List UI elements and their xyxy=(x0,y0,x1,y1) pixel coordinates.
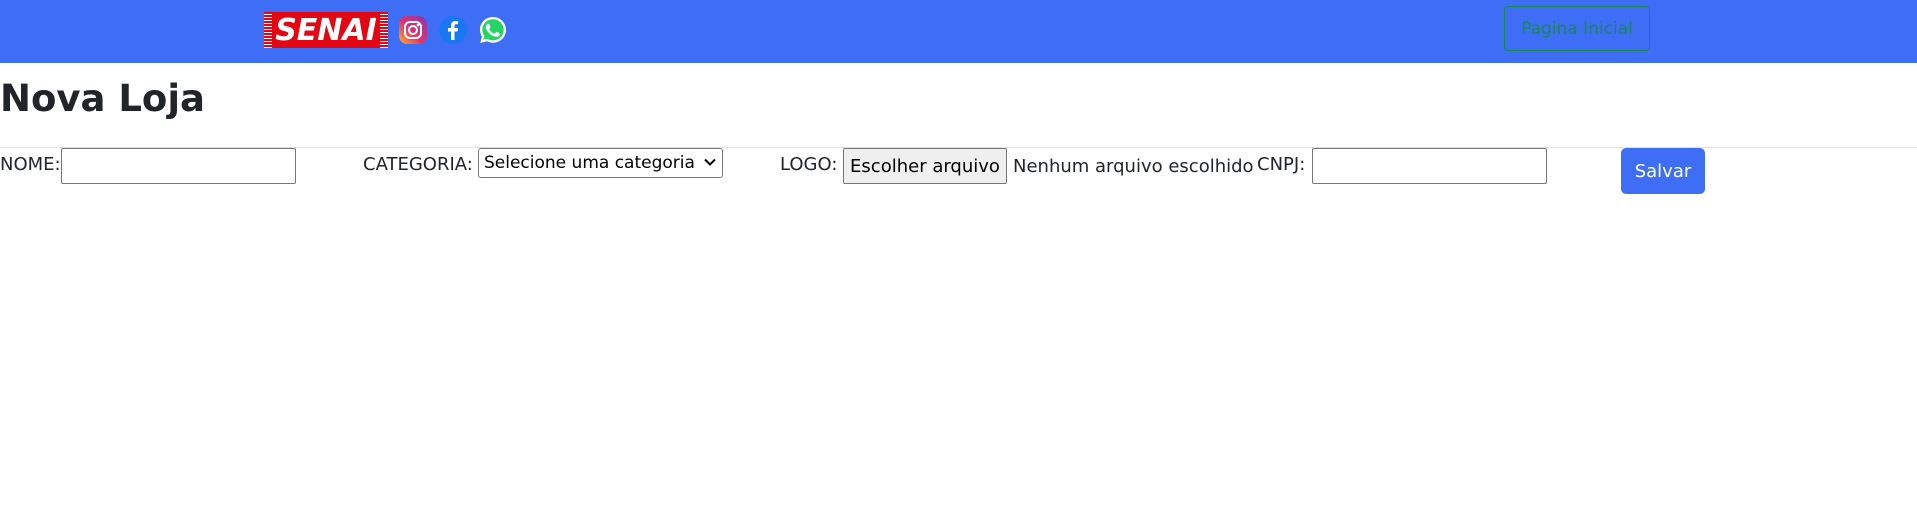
nome-input[interactable] xyxy=(61,148,296,184)
page-title: Nova Loja xyxy=(0,77,205,120)
navbar: SENAI Pagina Inicial xyxy=(0,0,1917,63)
choose-file-button[interactable]: Escolher arquivo xyxy=(843,148,1007,184)
cnpj-label: CNPJ: xyxy=(1257,154,1306,175)
file-status-text: Nenhum arquivo escolhido xyxy=(1013,156,1254,177)
chevron-down-icon xyxy=(704,158,716,166)
categoria-select[interactable]: Selecione uma categoria xyxy=(478,148,723,178)
brand-area: SENAI xyxy=(264,12,508,48)
categoria-label: CATEGORIA: xyxy=(363,154,473,175)
nome-label: NOME: xyxy=(0,154,61,175)
cnpj-input[interactable] xyxy=(1312,148,1547,184)
categoria-selected-value: Selecione uma categoria xyxy=(484,153,695,173)
instagram-icon[interactable] xyxy=(398,15,428,45)
whatsapp-icon[interactable] xyxy=(478,15,508,45)
save-button[interactable]: Salvar xyxy=(1621,148,1705,194)
home-button[interactable]: Pagina Inicial xyxy=(1504,6,1650,51)
logo-label: LOGO: xyxy=(780,154,838,175)
facebook-icon[interactable] xyxy=(438,15,468,45)
senai-logo[interactable]: SENAI xyxy=(264,12,388,48)
